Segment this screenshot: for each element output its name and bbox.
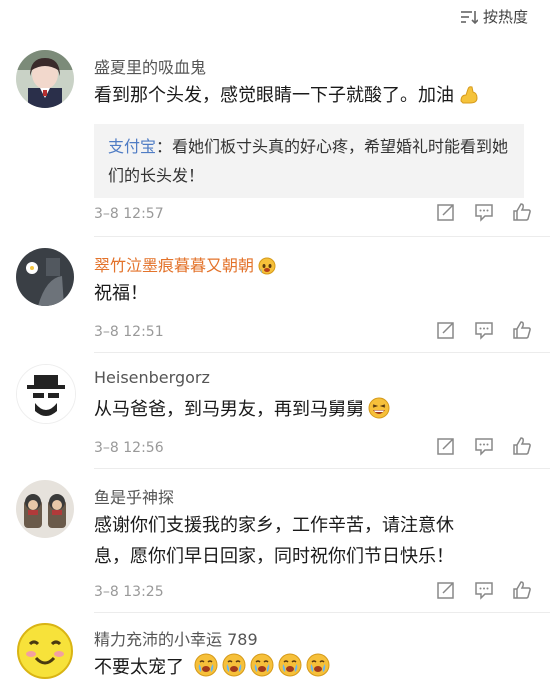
comment-item: Heisenbergorz 从马爸爸，到马男友，再到马舅舅 3–8 12:56	[0, 356, 550, 468]
crying-face-emoji-icon	[278, 653, 302, 687]
comment-icon[interactable]	[474, 202, 494, 222]
like-icon[interactable]	[512, 580, 532, 600]
comment-username[interactable]: 精力充沛的小幸运 789	[94, 626, 258, 650]
share-icon[interactable]	[436, 202, 456, 222]
comment-time: 3–8 12:57	[94, 206, 164, 222]
like-icon[interactable]	[512, 320, 532, 340]
sort-icon	[460, 10, 478, 24]
comment-icon[interactable]	[474, 580, 494, 600]
crying-face-emoji-icon	[222, 653, 246, 687]
avatar[interactable]	[16, 364, 76, 424]
share-icon[interactable]	[436, 320, 456, 340]
comment-username[interactable]: 鱼是乎神探	[94, 484, 174, 508]
sort-by-popularity-button[interactable]: 按热度	[460, 6, 528, 27]
comment-text: 祝福！	[94, 283, 148, 304]
comment-item: 鱼是乎神探 感谢你们支援我的家乡，工作辛苦，请注意休 息，愿你们早日回家，同时祝…	[0, 472, 550, 612]
comment-time: 3–8 12:51	[94, 324, 164, 340]
comment-item: 翠竹泣墨痕暮暮又朝朝 祝福！ 3–8 12:51	[0, 240, 550, 352]
reply-colon: ：	[156, 137, 173, 156]
comment-actions	[436, 436, 532, 456]
avatar[interactable]	[16, 50, 74, 108]
comment-icon[interactable]	[474, 436, 494, 456]
comment-time: 3–8 12:56	[94, 440, 164, 456]
comment-item: 盛夏里的吸血鬼 看到那个头发，感觉眼睛一下子就酸了。加油 支付宝：看她们板寸头真…	[0, 40, 550, 240]
sort-label: 按热度	[482, 8, 528, 26]
divider	[94, 468, 550, 469]
avatar[interactable]	[16, 248, 74, 306]
crying-face-emoji-icon	[250, 653, 274, 687]
share-icon[interactable]	[436, 436, 456, 456]
divider	[94, 352, 550, 353]
crying-face-emoji-icon	[306, 653, 330, 687]
reply-username[interactable]: 支付宝	[108, 137, 156, 156]
divider	[94, 612, 550, 613]
comment-time: 3–8 13:25	[94, 584, 164, 600]
like-icon[interactable]	[512, 436, 532, 456]
comment-item: 精力充沛的小幸运 789 不要太宠了	[0, 616, 550, 693]
comment-text: 不要太宠了	[94, 652, 532, 687]
comment-text-line: 感谢你们支援我的家乡，工作辛苦，请注意休	[94, 515, 454, 536]
divider	[94, 236, 550, 237]
share-icon[interactable]	[436, 580, 456, 600]
crying-face-emoji-icon	[194, 653, 218, 687]
like-icon[interactable]	[512, 202, 532, 222]
avatar[interactable]	[16, 622, 74, 680]
comment-username[interactable]: 盛夏里的吸血鬼	[94, 54, 206, 78]
crying-face-emoji-icon	[258, 257, 276, 279]
laughing-emoji-icon	[368, 397, 390, 429]
comment-text-line: 息，愿你们早日回家，同时祝你们节日快乐！	[94, 546, 454, 567]
comment-icon[interactable]	[474, 320, 494, 340]
crying-face-emoji-row	[190, 653, 330, 678]
comment-username[interactable]: 翠竹泣墨痕暮暮又朝朝	[94, 252, 276, 279]
comment-username[interactable]: Heisenbergorz	[94, 368, 210, 387]
comment-text: 从马爸爸，到马男友，再到马舅舅	[94, 394, 532, 429]
flexed-biceps-emoji-icon	[458, 83, 480, 115]
comment-text: 感谢你们支援我的家乡，工作辛苦，请注意休 息，愿你们早日回家，同时祝你们节日快乐…	[94, 510, 532, 572]
comment-actions	[436, 202, 532, 222]
avatar[interactable]	[16, 480, 74, 538]
comment-actions	[436, 320, 532, 340]
comment-actions	[436, 580, 532, 600]
reply-box[interactable]: 支付宝：看她们板寸头真的好心疼，希望婚礼时能看到她们的长头发！	[94, 124, 524, 198]
comment-text: 看到那个头发，感觉眼睛一下子就酸了。加油	[94, 80, 532, 115]
